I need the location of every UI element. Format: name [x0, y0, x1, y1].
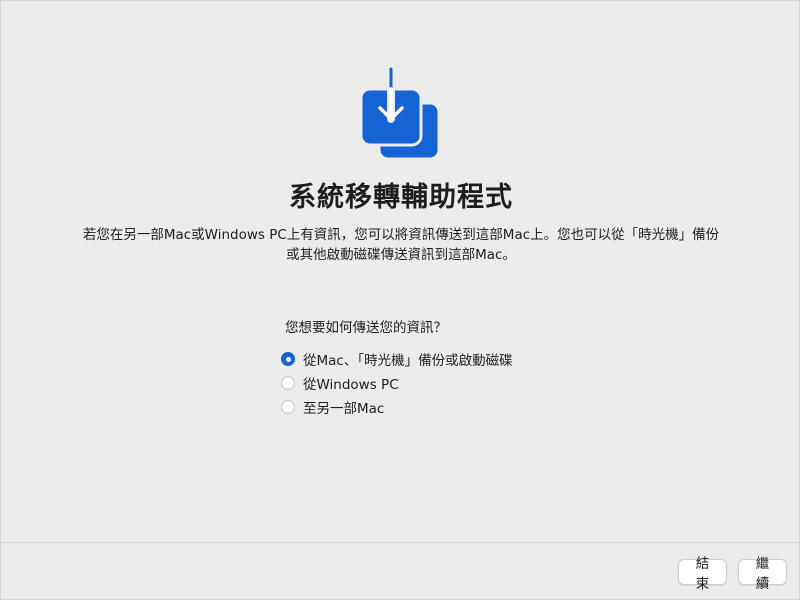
migration-assistant-window: 系統移轉輔助程式 若您在另一部Mac或Windows PC上有資訊，您可以將資訊… — [0, 0, 800, 600]
option-label: 從Windows PC — [303, 377, 399, 393]
transfer-options: 從Mac、「時光機」備份或啟動磁碟 從Windows PC 至另一部Mac — [281, 347, 513, 419]
option-to-another-mac[interactable]: 至另一部Mac — [281, 395, 513, 419]
app-title: 系統移轉輔助程式 — [289, 182, 513, 213]
option-from-windows-pc[interactable]: 從Windows PC — [281, 371, 513, 395]
continue-button[interactable]: 繼續 — [738, 556, 787, 592]
option-label: 至另一部Mac — [303, 401, 385, 417]
footer-divider — [1, 542, 799, 543]
radio-button[interactable] — [281, 400, 295, 414]
option-label: 從Mac、「時光機」備份或啟動磁碟 — [303, 353, 513, 369]
transfer-question: 您想要如何傳送您的資訊？ — [285, 320, 447, 336]
migration-download-icon — [359, 67, 441, 159]
option-from-mac[interactable]: 從Mac、「時光機」備份或啟動磁碟 — [281, 347, 513, 371]
radio-button-selected[interactable] — [281, 352, 295, 366]
quit-button[interactable]: 結束 — [678, 556, 727, 592]
app-description: 若您在另一部Mac或Windows PC上有資訊，您可以將資訊傳送到這部Mac上… — [82, 227, 720, 263]
radio-button[interactable] — [281, 376, 295, 390]
